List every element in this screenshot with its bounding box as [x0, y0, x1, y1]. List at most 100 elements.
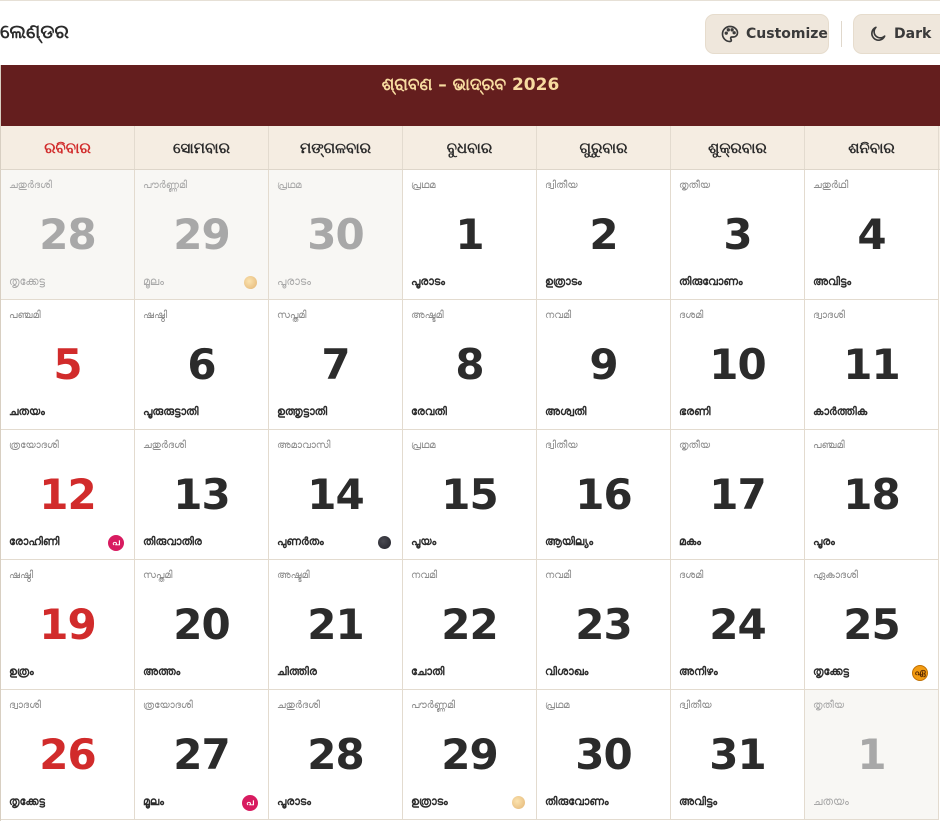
- customize-label: Customize: [746, 26, 828, 42]
- tithi-label: പ്രഥമ: [411, 440, 436, 451]
- new-moon-icon: [378, 536, 391, 549]
- nakshatra-label: ചിത്തിര: [277, 665, 317, 678]
- tithi-label: അഷ്ടമി: [277, 570, 310, 581]
- day-number: 20: [173, 600, 230, 649]
- weekday-label: ଗୁରୁବାର: [537, 126, 671, 169]
- day-cell[interactable]: ദ്വാദശി 26 തൃക്കേട്ട: [1, 690, 135, 820]
- app-title: ଲେଣ୍ଡର: [0, 21, 69, 43]
- tithi-label: ദ്വിതീയ: [545, 180, 578, 191]
- tithi-label: ദ്വാദശി: [9, 700, 41, 711]
- nakshatra-label: പുണർതം: [277, 535, 324, 548]
- tithi-label: സപ്തമി: [143, 570, 173, 581]
- tithi-label: സപ്തമി: [277, 310, 307, 321]
- day-cell[interactable]: തൃതീയ 17 മകം: [671, 430, 805, 560]
- nakshatra-label: രേവതി: [411, 405, 447, 418]
- day-number: 7: [321, 340, 350, 389]
- nakshatra-label: പൂരം: [813, 535, 835, 548]
- day-cell[interactable]: ഷഷ്ഠി 6 പൂരുരുട്ടാതി: [135, 300, 269, 430]
- calendar-grid: ചതുർദശി 28 തൃക്കേട്ട പൗർണ്ണമി 29 മൂലം പ്രഥമ 30 പ…: [0, 170, 940, 821]
- nakshatra-label: തിരുവോണം: [679, 275, 743, 288]
- tithi-label: പ്രഥമ: [411, 180, 436, 191]
- weekday-label: ରବିବାର: [1, 126, 135, 169]
- day-cell[interactable]: അഷ്ടമി 8 രേവതി: [403, 300, 537, 430]
- nakshatra-label: ആയില്യം: [545, 535, 594, 548]
- day-number: 27: [173, 730, 230, 779]
- nakshatra-label: അനിഴം: [679, 665, 718, 678]
- tithi-label: ത്രയോദശി: [143, 700, 193, 711]
- day-number: 5: [53, 340, 82, 389]
- nakshatra-label: തൃക്കേട്ട: [9, 275, 45, 288]
- tithi-label: ചതുർദശി: [277, 700, 320, 711]
- nakshatra-label: രോഹിണി: [9, 535, 60, 548]
- day-cell[interactable]: പ്രഥമ 1 പൂരാടം: [403, 170, 537, 300]
- dark-mode-button[interactable]: Dark: [853, 14, 940, 54]
- tithi-label: നവമി: [545, 310, 572, 321]
- day-cell[interactable]: സപ്തമി 7 ഉത്തൃട്ടാതി: [269, 300, 403, 430]
- day-cell[interactable]: ദ്വിതീയ 31 അവിട്ടം: [671, 690, 805, 820]
- day-number: 28: [39, 210, 96, 259]
- month-title: ଶ୍ରାବଣ – ଭାଦ୍ରବ 2026: [381, 75, 560, 95]
- day-number: 30: [307, 210, 364, 259]
- month-banner: ଶ୍ରାବଣ – ଭାଦ୍ରବ 2026: [0, 65, 940, 126]
- day-cell[interactable]: ദശമി 10 ഭരണി: [671, 300, 805, 430]
- nakshatra-label: അശ്വതി: [545, 405, 587, 418]
- tithi-label: പ്രഥമ: [545, 700, 570, 711]
- day-cell[interactable]: ചതുർദശി 28 തൃക്കേട്ട: [1, 170, 135, 300]
- customize-button[interactable]: Customize: [705, 14, 829, 54]
- day-cell[interactable]: ഏകാദശി 25 തൃക്കേട്ട ഏ: [805, 560, 939, 690]
- day-number: 19: [39, 600, 96, 649]
- day-cell[interactable]: പഞ്ചമി 5 ചതയം: [1, 300, 135, 430]
- full-moon-icon: [512, 796, 525, 809]
- day-cell[interactable]: തൃതീയ 1 ചതയം: [805, 690, 939, 820]
- tithi-label: ദ്വാദശി: [813, 310, 845, 321]
- tithi-label: നവമി: [545, 570, 572, 581]
- festival-badge[interactable]: പ: [242, 795, 258, 811]
- day-cell[interactable]: പ്രഥമ 30 തിരുവോണം: [537, 690, 671, 820]
- day-number: 16: [575, 470, 632, 519]
- day-cell[interactable]: നവമി 9 അശ്വതി: [537, 300, 671, 430]
- day-cell[interactable]: സപ്തമി 20 അത്തം: [135, 560, 269, 690]
- day-number: 25: [843, 600, 900, 649]
- day-cell[interactable]: തൃതീയ 3 തിരുവോണം: [671, 170, 805, 300]
- day-cell[interactable]: ചതുർദശി 28 പൂരാടം: [269, 690, 403, 820]
- weekday-label: ଶୁକ୍ରବାର: [671, 126, 805, 169]
- day-cell[interactable]: ദശമി 24 അനിഴം: [671, 560, 805, 690]
- day-cell[interactable]: ചതുർഥി 4 അവിട്ടം: [805, 170, 939, 300]
- day-cell[interactable]: ത്രയോദശി 27 മൂലം പ: [135, 690, 269, 820]
- day-cell[interactable]: ദ്വാദശി 11 കാർത്തിക: [805, 300, 939, 430]
- day-cell[interactable]: പൗർണ്ണമി 29 ഉത്രാടം: [403, 690, 537, 820]
- day-cell[interactable]: അമാവാസി 14 പുണർതം: [269, 430, 403, 560]
- day-number: 31: [709, 730, 766, 779]
- nakshatra-label: പൂരാടം: [277, 795, 311, 808]
- day-cell[interactable]: ചതുർദശി 13 തിരുവാതിര: [135, 430, 269, 560]
- festival-badge[interactable]: ഏ: [912, 665, 928, 681]
- day-cell[interactable]: നവമി 22 ചോതി: [403, 560, 537, 690]
- day-cell[interactable]: പ്രഥമ 15 പൂയം: [403, 430, 537, 560]
- day-cell[interactable]: നവമി 23 വിശാഖം: [537, 560, 671, 690]
- toolbar-divider: [841, 21, 842, 47]
- tithi-label: പൗർണ്ണമി: [411, 700, 456, 711]
- nakshatra-label: പൂയം: [411, 535, 437, 548]
- day-number: 29: [173, 210, 230, 259]
- day-number: 29: [441, 730, 498, 779]
- day-cell[interactable]: പഞ്ചമി 18 പൂരം: [805, 430, 939, 560]
- day-cell[interactable]: പൗർണ്ണമി 29 മൂലം: [135, 170, 269, 300]
- day-number: 24: [709, 600, 766, 649]
- tithi-label: പ്രഥമ: [277, 180, 302, 191]
- day-cell[interactable]: ഷഷ്ഠി 19 ഉത്രം: [1, 560, 135, 690]
- nakshatra-label: വിശാഖം: [545, 665, 589, 678]
- nakshatra-label: ഉത്രം: [9, 665, 34, 678]
- day-cell[interactable]: ദ്വിതീയ 2 ഉത്രാടം: [537, 170, 671, 300]
- day-cell[interactable]: ത്രയോദശി 12 രോഹിണി പ: [1, 430, 135, 560]
- festival-badge[interactable]: പ: [108, 535, 124, 551]
- tithi-label: പൗർണ്ണമി: [143, 180, 188, 191]
- day-cell[interactable]: പ്രഥമ 30 പൂരാടം: [269, 170, 403, 300]
- tithi-label: അഷ്ടമി: [411, 310, 444, 321]
- day-cell[interactable]: അഷ്ടമി 21 ചിത്തിര: [269, 560, 403, 690]
- nakshatra-label: തൃക്കേട്ട: [9, 795, 45, 808]
- day-number: 26: [39, 730, 96, 779]
- weekday-header: ରବିବାର ସୋମବାର ମଙ୍ଗଳବାର ବୁଧବାର ଗୁରୁବାର ଶୁକ୍ରବା…: [0, 126, 940, 170]
- day-cell[interactable]: ദ്വിതീയ 16 ആയില്യം: [537, 430, 671, 560]
- nakshatra-label: മൂലം: [143, 275, 164, 288]
- day-number: 1: [455, 210, 484, 259]
